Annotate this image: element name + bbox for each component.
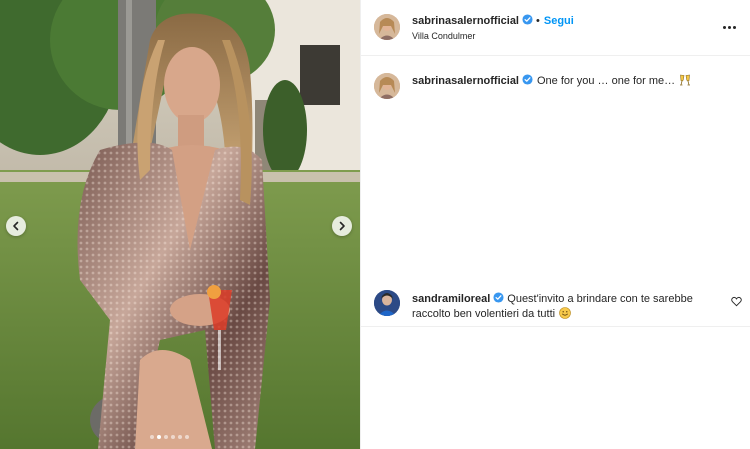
post-location[interactable]: Villa Condulmer — [412, 31, 475, 41]
profile-photo — [374, 290, 400, 316]
more-dot — [733, 25, 736, 29]
next-slide-button[interactable] — [332, 216, 352, 236]
follow-button[interactable]: Segui — [544, 15, 574, 27]
comment-text: sandramiloreal Quest'invito a brindare co… — [412, 292, 712, 322]
profile-photo — [374, 73, 400, 99]
more-dot — [728, 25, 731, 29]
carousel-dot — [150, 435, 154, 439]
chevron-left-icon — [13, 221, 19, 231]
chevron-right-icon — [339, 221, 345, 231]
heart-icon[interactable] — [731, 296, 742, 307]
more-options-button[interactable] — [723, 20, 739, 34]
carousel-dot — [178, 435, 182, 439]
more-dot — [723, 25, 726, 29]
verified-badge-icon — [522, 74, 533, 85]
comment-item: sandramiloreal Quest'invito a brindare co… — [361, 287, 750, 327]
previous-slide-button[interactable] — [6, 216, 26, 236]
post-side-panel: sabrinasalernofficial • Segui Villa Condul… — [360, 0, 750, 449]
carousel-dot — [164, 435, 168, 439]
caption-author-avatar[interactable] — [374, 73, 400, 99]
instagram-post: sabrinasalernofficial • Segui Villa Condul… — [0, 0, 750, 449]
author-avatar[interactable] — [374, 14, 400, 40]
caption-username[interactable]: sabrinasalernofficial — [412, 75, 519, 87]
profile-photo — [374, 14, 400, 40]
post-photo — [0, 0, 360, 449]
post-media[interactable] — [0, 0, 360, 449]
verified-badge-icon — [522, 14, 533, 25]
commenter-username[interactable]: sandramiloreal — [412, 293, 490, 305]
caption-body: One for you … one for me… — [537, 75, 676, 87]
carousel-dot — [157, 435, 161, 439]
smiling-face-icon — [559, 307, 571, 319]
verified-badge-icon — [493, 292, 504, 303]
separator-dot: • — [536, 15, 540, 27]
clinking-glasses-icon — [680, 74, 691, 86]
caption-text: sabrinasalernofficial One for you … one f… — [412, 74, 691, 87]
post-header: sabrinasalernofficial • Segui Villa Condul… — [361, 0, 750, 56]
carousel-indicator — [150, 435, 189, 439]
commenter-avatar[interactable] — [374, 290, 400, 316]
header-name-row: sabrinasalernofficial • Segui — [412, 13, 574, 27]
carousel-dot — [185, 435, 189, 439]
author-username[interactable]: sabrinasalernofficial — [412, 15, 519, 27]
carousel-dot — [171, 435, 175, 439]
